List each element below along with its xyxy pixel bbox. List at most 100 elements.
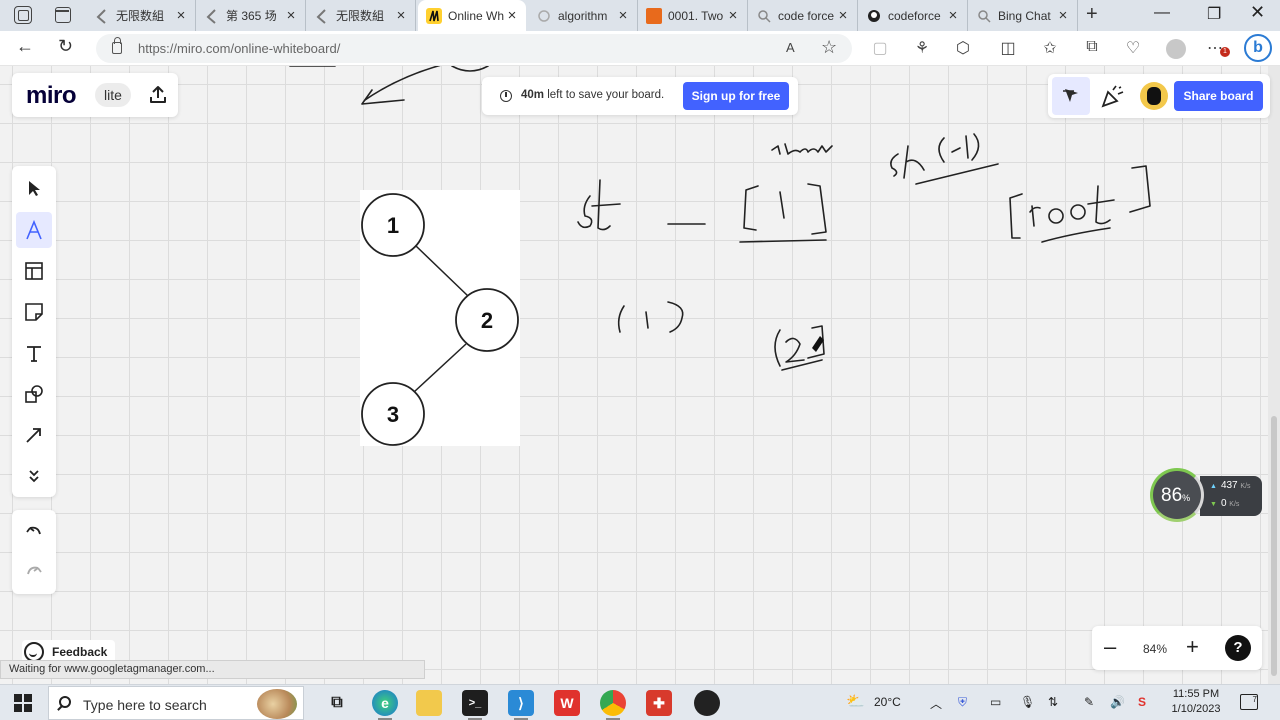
close-icon[interactable]: × [173, 7, 189, 24]
split-screen-icon[interactable]: ◫ [998, 38, 1018, 58]
vertical-tabs-icon[interactable] [55, 7, 71, 23]
terminal-icon[interactable]: >_ [462, 690, 488, 720]
taskbar-search[interactable]: Type here to search [48, 686, 304, 720]
miro-logo[interactable]: miro [26, 82, 77, 110]
undo-button[interactable] [16, 514, 52, 550]
restore-button[interactable]: ❐ [1207, 4, 1221, 24]
edge-browser-icon[interactable]: e [372, 690, 398, 720]
ink-one [779, 191, 785, 219]
windows-start-icon[interactable] [14, 694, 32, 712]
back-button[interactable]: ← [16, 36, 34, 57]
redo-button[interactable] [16, 554, 52, 590]
network-icon[interactable]: ⇅ [1048, 695, 1058, 709]
xmind-icon[interactable]: ✚ [646, 690, 672, 716]
ink-bracket-left2 [1009, 193, 1023, 239]
recorder-icon[interactable] [694, 690, 720, 716]
tab-2[interactable]: 第 365 场 × [196, 0, 306, 31]
github-icon [866, 8, 882, 24]
file-explorer-icon[interactable] [416, 690, 442, 716]
microphone-icon[interactable]: 🎙 [1020, 695, 1035, 709]
tab-1[interactable]: 无限数組 × [86, 0, 196, 31]
chevron-up-icon[interactable]: ︿ [930, 695, 942, 712]
connection-line-tool[interactable] [16, 417, 52, 453]
collections-icon[interactable]: ⧉ [1082, 38, 1102, 58]
whiteboard-canvas[interactable]: 1 2 3 [0, 66, 1268, 684]
close-window-button[interactable]: ✕ [1250, 2, 1265, 23]
security-shield-icon[interactable]: ⛨ [958, 695, 967, 710]
tab-8[interactable]: codeforce × [858, 0, 968, 31]
cursor-toggle-button[interactable] [1052, 77, 1090, 115]
search-placeholder[interactable]: Type here to search [83, 697, 207, 713]
close-icon[interactable]: × [504, 7, 520, 24]
more-tools-button[interactable] [16, 458, 52, 494]
user-avatar[interactable] [1140, 82, 1168, 110]
sign-up-button[interactable]: Sign up for free [683, 82, 789, 110]
url-text[interactable]: https://miro.com/online-whiteboard/ [138, 41, 340, 56]
text-tool[interactable] [16, 335, 52, 371]
help-button[interactable]: ? [1225, 635, 1251, 661]
pointer-icon [29, 181, 40, 196]
select-tool[interactable] [16, 170, 52, 206]
tab-6[interactable]: 0001. Two × [638, 0, 748, 31]
sticky-note-tool[interactable] [16, 294, 52, 330]
read-aloud-icon[interactable]: A [786, 40, 795, 55]
upload-icon[interactable] [146, 83, 170, 107]
tab-title: Bing Chat [998, 8, 1051, 23]
weather-temp[interactable]: 20°C [874, 695, 901, 709]
ink-drawings [289, 66, 1151, 371]
notification-center-icon[interactable]: 7 [1240, 694, 1258, 710]
new-tab-button[interactable]: + [1086, 3, 1098, 26]
zoom-out-button[interactable]: – [1104, 634, 1116, 660]
shapes-tool[interactable] [16, 376, 52, 412]
tab-5[interactable]: algorithm × [528, 0, 638, 31]
task-view-icon[interactable]: ⧉ [324, 690, 350, 716]
tab-4-active[interactable]: Online Wh × [418, 0, 526, 31]
tree-image-card[interactable]: 1 2 3 [360, 190, 520, 446]
smiley-icon [24, 642, 44, 662]
close-icon[interactable]: × [283, 7, 299, 24]
vscode-icon[interactable]: ⟩ [508, 690, 534, 720]
address-bar[interactable]: https://miro.com/online-whiteboard/ A ☆ [96, 34, 852, 63]
reactions-button[interactable] [1098, 82, 1126, 110]
tracking-icon[interactable]: ⚘ [912, 38, 932, 58]
close-icon[interactable]: × [725, 7, 741, 24]
minimize-button[interactable]: — [1154, 4, 1170, 22]
volume-icon[interactable]: 🔊 [1110, 695, 1125, 709]
tab-9[interactable]: Bing Chat × [968, 0, 1078, 31]
favorite-star-icon[interactable]: ☆ [821, 37, 837, 58]
tab-7[interactable]: code force × [748, 0, 858, 31]
close-icon[interactable]: × [393, 7, 409, 24]
profile-avatar[interactable] [1166, 39, 1186, 59]
zoom-level[interactable]: 84% [1143, 642, 1167, 656]
close-icon[interactable]: × [835, 7, 851, 24]
system-clock[interactable]: 11:55 PM 1/10/2023 [1165, 687, 1227, 717]
zoom-in-button[interactable]: + [1186, 634, 1199, 660]
vertical-scrollbar[interactable] [1268, 66, 1280, 684]
refresh-button[interactable]: ↻ [58, 36, 73, 57]
input-method-icon[interactable]: S [1138, 695, 1146, 709]
lock-icon[interactable] [112, 37, 122, 54]
chrome-icon[interactable] [600, 690, 626, 720]
favorites-icon[interactable]: ✩ [1040, 38, 1060, 58]
scrollbar-thumb[interactable] [1271, 416, 1277, 676]
extensions-puzzle-icon[interactable]: ⬡ [953, 38, 973, 58]
share-board-button[interactable]: Share board [1174, 81, 1263, 111]
close-icon[interactable]: × [615, 7, 631, 24]
pen-workspace-icon[interactable]: ✎ [1084, 695, 1094, 709]
weather-icon[interactable]: ⛅ [846, 692, 865, 710]
templates-tool[interactable] [16, 253, 52, 289]
close-icon[interactable]: × [945, 7, 961, 24]
bing-chat-button[interactable]: b [1244, 34, 1272, 62]
close-icon[interactable]: × [1055, 7, 1071, 24]
redo-icon [27, 566, 42, 575]
clock-time: 11:55 PM [1172, 688, 1220, 700]
cursors-icon [1063, 89, 1078, 102]
network-speed-widget[interactable]: 437 K/s 0 K/s 86% [1150, 468, 1262, 522]
tab-3[interactable]: 无限数組 × [306, 0, 416, 31]
pen-tool[interactable] [16, 212, 52, 248]
device-icon[interactable]: ▭ [990, 695, 1001, 709]
workspaces-icon[interactable] [14, 6, 32, 24]
extension-icon[interactable]: ▢ [870, 38, 890, 58]
health-icon[interactable]: ♡ [1123, 38, 1143, 58]
wps-office-icon[interactable]: W [554, 690, 580, 716]
